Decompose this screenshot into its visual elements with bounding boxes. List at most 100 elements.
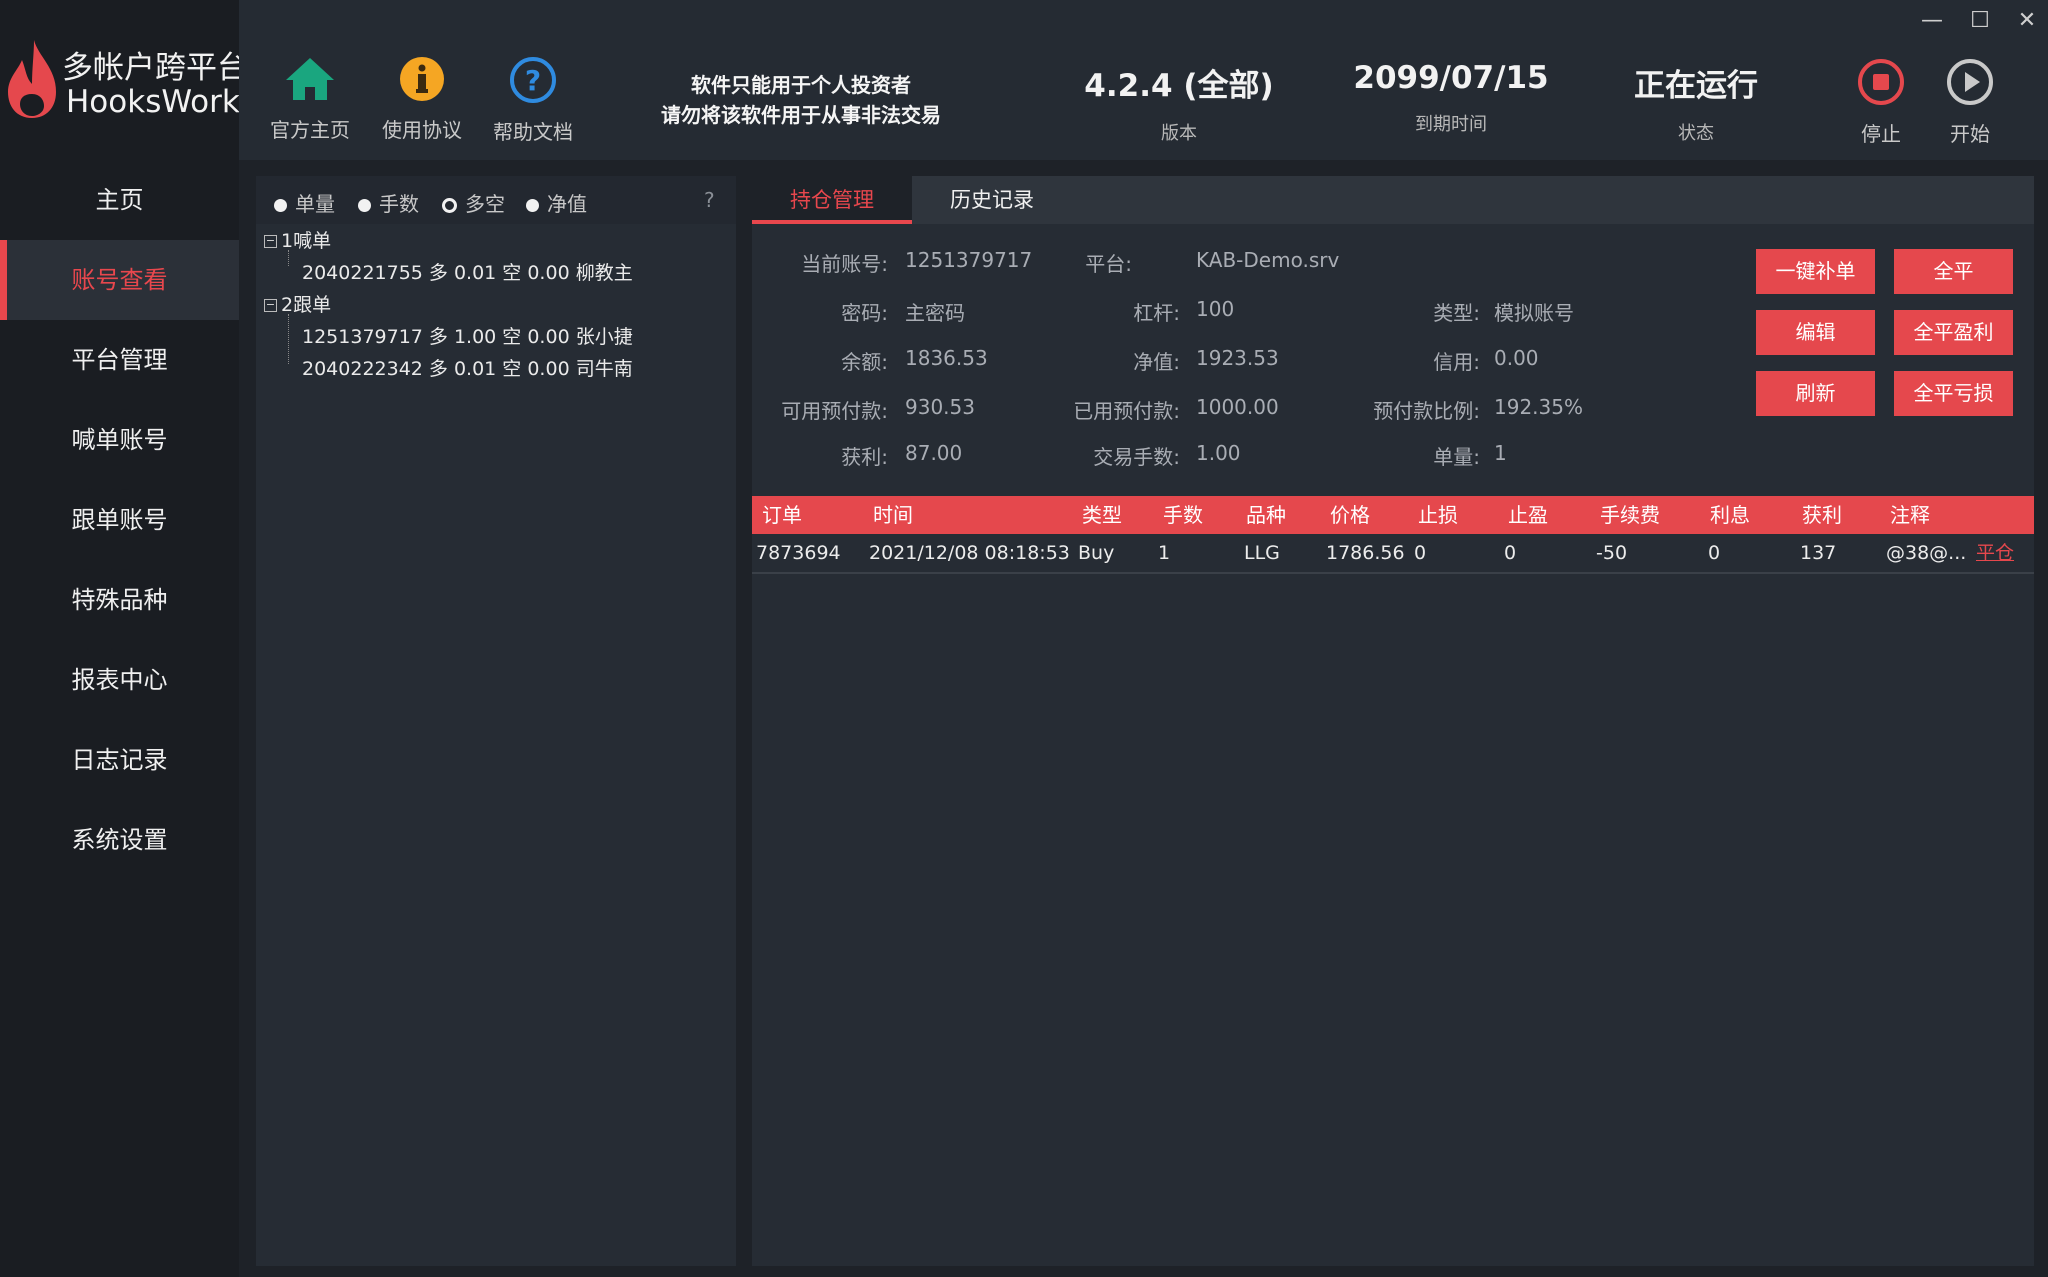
- maximize-icon[interactable]: ☐: [1965, 8, 1995, 33]
- cell-symbol: LLG: [1244, 542, 1280, 564]
- filter-radio-long-short[interactable]: 多空: [442, 188, 505, 217]
- expiry-label: 到期时间: [1415, 114, 1487, 135]
- filter-radio-lots[interactable]: 手数: [358, 188, 419, 217]
- close-all-button[interactable]: 全平: [1894, 249, 2013, 294]
- version-stat: 4.2.4 (全部) 版本: [1079, 60, 1279, 145]
- sidebar-item-accounts[interactable]: 账号查看: [0, 240, 239, 320]
- current-account-label: 当前账号:: [801, 252, 888, 276]
- credit-label: 信用:: [1433, 350, 1480, 374]
- close-all-loss-button[interactable]: 全平亏损: [1894, 371, 2013, 416]
- tree-item-follower-1[interactable]: 1251379717 多 1.00 空 0.00 张小捷: [302, 322, 633, 349]
- help-docs-button[interactable]: ? 帮助文档: [483, 56, 583, 145]
- sidebar-item-settings[interactable]: 系统设置: [0, 800, 239, 880]
- flame-logo-icon: [8, 40, 56, 118]
- version-label: 版本: [1161, 123, 1197, 144]
- status-value: 正在运行: [1634, 68, 1758, 104]
- expiry-value: 2099/07/15: [1353, 60, 1549, 96]
- tree-line: [288, 314, 290, 364]
- col-swap[interactable]: 利息: [1710, 496, 1750, 534]
- col-fee[interactable]: 手续费: [1600, 496, 1660, 534]
- minimize-icon[interactable]: —: [1917, 8, 1947, 33]
- cell-stop-loss: 0: [1414, 542, 1427, 564]
- start-button[interactable]: 开始: [1930, 58, 2010, 147]
- margin-ratio-value: 192.35%: [1494, 395, 1583, 419]
- close-position-link[interactable]: 平仓: [1976, 534, 2014, 572]
- sidebar-item-home[interactable]: 主页: [0, 160, 239, 240]
- tab-bar: 持仓管理 历史记录: [752, 176, 2034, 224]
- tree-group-signal-label: 1喊单: [281, 230, 332, 252]
- cell-type: Buy: [1078, 542, 1115, 564]
- balance-value: 1836.53: [905, 346, 988, 370]
- official-home-label: 官方主页: [270, 118, 350, 142]
- stop-label: 停止: [1861, 122, 1901, 146]
- type-value: 模拟账号: [1494, 301, 1574, 325]
- close-icon[interactable]: ✕: [2012, 8, 2042, 33]
- lots-value: 1.00: [1196, 441, 1241, 465]
- equity-label: 净值:: [1133, 350, 1180, 374]
- tree-item-signal-1[interactable]: 2040221755 多 0.01 空 0.00 柳教主: [302, 258, 633, 285]
- one-click-fill-button[interactable]: 一键补单: [1756, 249, 1875, 294]
- cell-take-profit: 0: [1504, 542, 1517, 564]
- sidebar-item-signal-accounts[interactable]: 喊单账号: [0, 400, 239, 480]
- credit-value: 0.00: [1494, 346, 1539, 370]
- sidebar-item-special-symbols[interactable]: 特殊品种: [0, 560, 239, 640]
- filter-radio-equity[interactable]: 净值: [526, 188, 587, 217]
- close-all-profit-button[interactable]: 全平盈利: [1894, 310, 2013, 355]
- col-time[interactable]: 时间: [873, 496, 913, 534]
- sidebar-item-platforms[interactable]: 平台管理: [0, 320, 239, 400]
- tree-line: [288, 250, 290, 266]
- sidebar-item-reports[interactable]: 报表中心: [0, 640, 239, 720]
- col-stop-loss[interactable]: 止损: [1418, 496, 1458, 534]
- col-lots[interactable]: 手数: [1163, 496, 1203, 534]
- table-row[interactable]: 7873694 2021/12/08 08:18:53 Buy 1 LLG 17…: [752, 534, 2034, 574]
- cell-comment: @38@...: [1886, 542, 1967, 564]
- edit-button[interactable]: 编辑: [1756, 310, 1875, 355]
- tree-group-signal[interactable]: −1喊单: [264, 226, 331, 253]
- col-type[interactable]: 类型: [1082, 496, 1122, 534]
- refresh-button[interactable]: 刷新: [1756, 371, 1875, 416]
- header-bar: 官方主页 使用协议 ? 帮助文档 软件只能用于个人投资者 请勿将该软件用于从事非…: [239, 0, 2048, 160]
- play-icon: [1947, 59, 1993, 105]
- tab-history[interactable]: 历史记录: [912, 176, 1072, 224]
- password-label: 密码:: [841, 301, 888, 325]
- account-tree-panel: 单量 手数 多空 净值 ? −1喊单 2040221755 多 0.01 空 0…: [256, 176, 736, 1266]
- leverage-label: 杠杆:: [1133, 301, 1180, 325]
- stop-button[interactable]: 停止: [1841, 58, 1921, 147]
- status-stat: 正在运行 状态: [1616, 60, 1776, 145]
- balance-label: 余额:: [841, 350, 888, 374]
- filter-help-icon[interactable]: ?: [704, 188, 715, 212]
- free-margin-value: 930.53: [905, 395, 975, 419]
- filter-label-lots: 手数: [379, 192, 419, 216]
- col-price[interactable]: 价格: [1330, 496, 1370, 534]
- start-label: 开始: [1950, 122, 1990, 146]
- expiry-stat: 2099/07/15 到期时间: [1351, 60, 1551, 136]
- col-symbol[interactable]: 品种: [1246, 496, 1286, 534]
- notice-line-2: 请勿将该软件用于从事非法交易: [661, 103, 941, 127]
- col-take-profit[interactable]: 止盈: [1508, 496, 1548, 534]
- lots-label: 交易手数:: [1093, 445, 1180, 469]
- filter-radio-group: 单量 手数 多空 净值 ?: [256, 176, 736, 224]
- user-agreement-button[interactable]: 使用协议: [372, 56, 472, 143]
- col-order[interactable]: 订单: [762, 496, 802, 534]
- brand-title: 多帐户跨平台: [62, 50, 248, 86]
- profit-value: 87.00: [905, 441, 963, 465]
- col-profit[interactable]: 获利: [1802, 496, 1842, 534]
- help-docs-label: 帮助文档: [493, 120, 573, 144]
- notice-line-1: 软件只能用于个人投资者: [691, 73, 911, 97]
- filter-radio-order-count[interactable]: 单量: [274, 188, 335, 217]
- official-home-button[interactable]: 官方主页: [260, 56, 360, 143]
- stop-icon: [1858, 59, 1904, 105]
- user-agreement-label: 使用协议: [382, 118, 462, 142]
- tree-group-follower[interactable]: −2跟单: [264, 290, 331, 317]
- sidebar: 多帐户跨平台 HooksWork 主页 账号查看 平台管理 喊单账号 跟单账号 …: [0, 0, 248, 1277]
- tree-item-follower-2[interactable]: 2040222342 多 0.01 空 0.00 司牛南: [302, 354, 633, 381]
- brand-subtitle: HooksWork: [66, 84, 240, 120]
- platform-value: KAB-Demo.srv: [1196, 248, 1340, 272]
- col-comment[interactable]: 注释: [1890, 496, 1930, 534]
- sidebar-item-follower-accounts[interactable]: 跟单账号: [0, 480, 239, 560]
- order-count-label: 单量:: [1433, 445, 1480, 469]
- sidebar-item-logs[interactable]: 日志记录: [0, 720, 239, 800]
- profit-label: 获利:: [841, 445, 888, 469]
- tab-positions[interactable]: 持仓管理: [752, 176, 912, 224]
- cell-order: 7873694: [756, 542, 841, 564]
